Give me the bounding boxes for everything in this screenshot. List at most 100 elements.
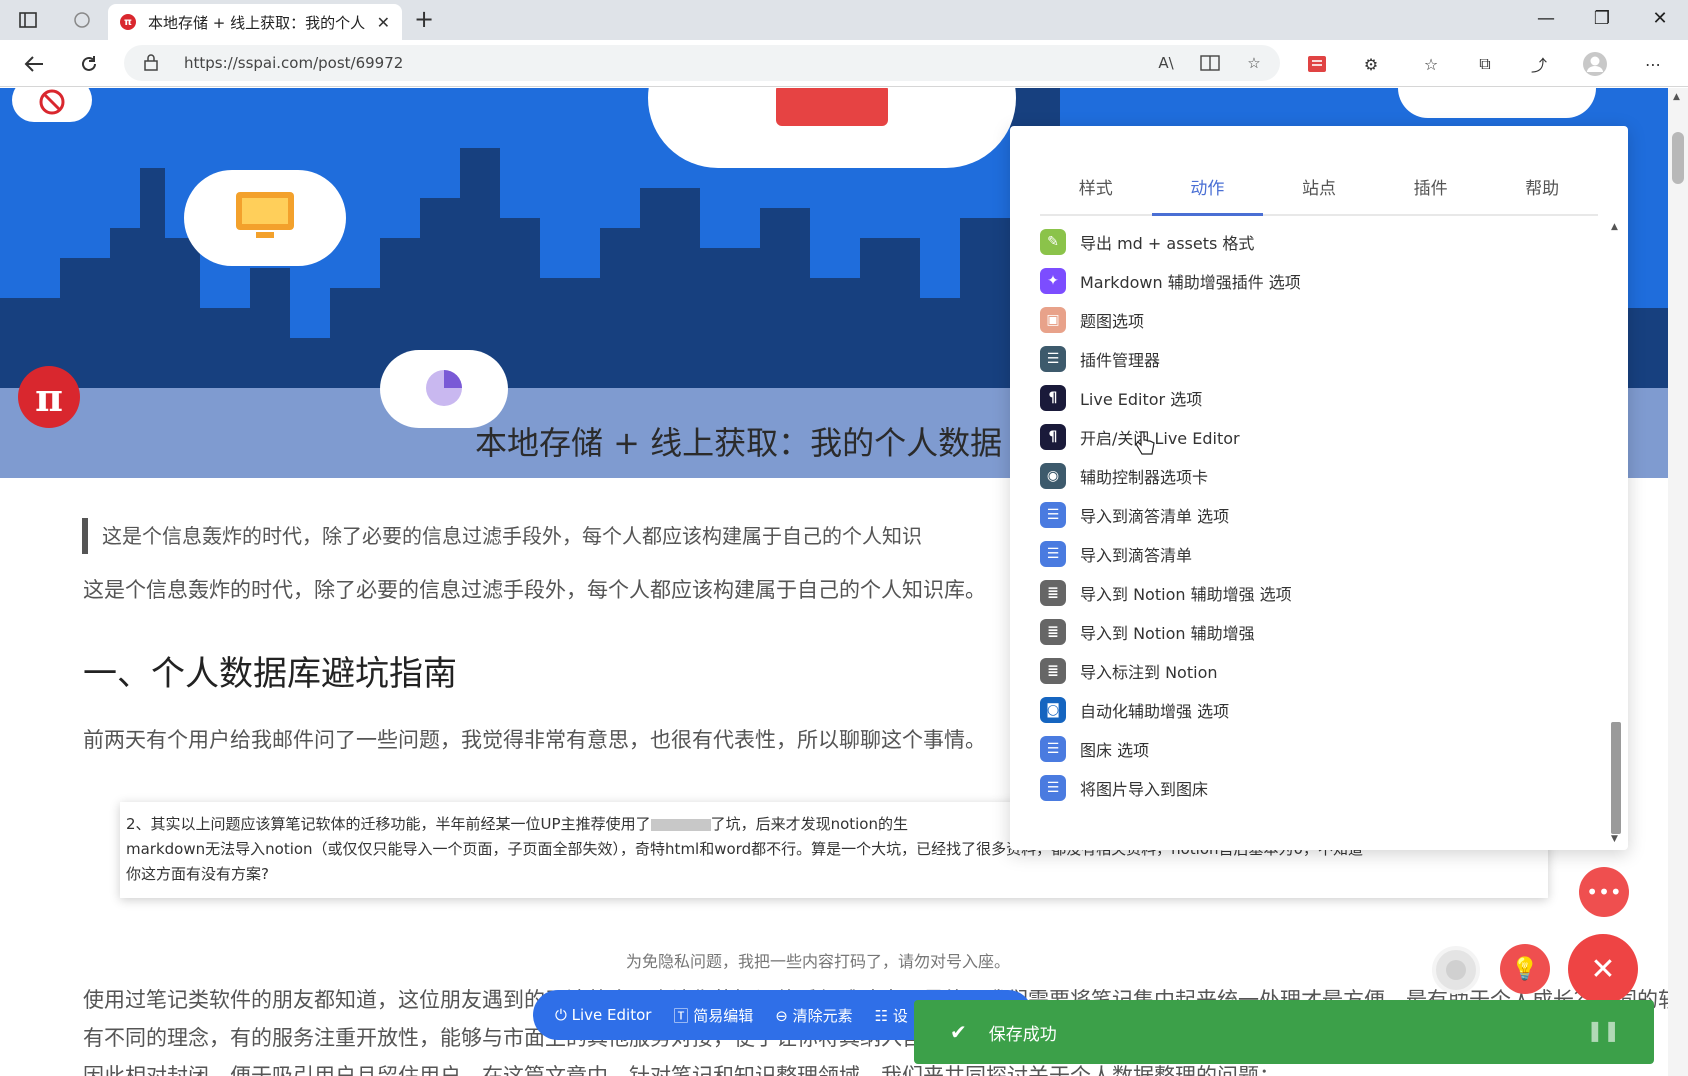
intro-paragraph: 这是个信息轰炸的时代，除了必要的信息过滤手段外，每个人都应该构建属于自己的个人知… xyxy=(83,578,986,602)
circle-icon xyxy=(1446,960,1466,980)
pause-icon[interactable]: ❚❚ xyxy=(1586,1018,1620,1042)
target-icon: ◉ xyxy=(1040,462,1066,489)
extension-red-icon[interactable] xyxy=(1304,52,1330,76)
refresh-icon[interactable] xyxy=(75,50,103,78)
menu-item[interactable]: ☰ 导入到滴答清单 xyxy=(1040,534,1596,573)
settings-button[interactable]: ☷ 设 xyxy=(875,1005,908,1026)
address-bar: https://sspai.com/post/69972 A\ ☆ ⚙ ☆ ⧉ … xyxy=(0,40,1688,87)
page-scrollbar[interactable]: ▲ xyxy=(1668,88,1688,1076)
restore-icon[interactable]: ❐ xyxy=(1582,8,1622,29)
tab-style[interactable]: 样式 xyxy=(1040,172,1152,214)
minimize-icon[interactable]: — xyxy=(1526,8,1566,29)
menu-item[interactable]: ✦ Markdown 辅助增强插件 选项 xyxy=(1040,261,1596,300)
extensions-puzzle-icon[interactable] xyxy=(68,8,96,32)
article-title: 本地存储 + 线上获取：我的个人数据 xyxy=(475,424,1003,462)
checklist-icon: ☰ xyxy=(1040,735,1066,762)
window-close-icon[interactable]: ✕ xyxy=(1640,8,1680,29)
menu-scrollbar[interactable]: ▲ ▼ xyxy=(1608,222,1622,848)
tab-actions[interactable]: 动作 xyxy=(1151,172,1264,216)
clear-elements-label: 清除元素 xyxy=(792,1006,853,1025)
ellipsis-icon: ••• xyxy=(1586,880,1622,904)
extensions-icon[interactable]: ⚙ xyxy=(1358,52,1384,76)
scroll-up-icon[interactable]: ▲ xyxy=(1673,92,1680,102)
menu-item[interactable]: ☰ 图床 选项 xyxy=(1040,729,1596,768)
more-actions-button[interactable]: ••• xyxy=(1579,867,1629,917)
add-favorite-icon[interactable]: ☆ xyxy=(1242,52,1266,74)
database-icon: ≣ xyxy=(1040,579,1066,606)
sspai-logo[interactable]: π xyxy=(18,366,80,428)
popup-tabs: 样式 动作 站点 插件 帮助 xyxy=(1040,172,1598,216)
menu-item[interactable]: ☰ 导入到滴答清单 选项 xyxy=(1040,495,1596,534)
reader-view-icon[interactable] xyxy=(1198,52,1222,74)
menu-item-label: 插件管理器 xyxy=(1080,350,1161,370)
tab-close-icon[interactable]: ✕ xyxy=(377,13,390,32)
menu-item[interactable]: ◙ 自动化辅助增强 选项 xyxy=(1040,690,1596,729)
tab-title: 本地存储 + 线上获取：我的个人 xyxy=(148,13,366,32)
list-icon: ☰ xyxy=(1040,345,1066,372)
menu-item[interactable]: ✎ 导出 md + assets 格式 xyxy=(1040,222,1596,261)
menu-item-label: 导入标注到 Notion xyxy=(1080,662,1218,682)
database-icon: ≣ xyxy=(1040,657,1066,684)
paperclip-icon: ✎ xyxy=(1040,228,1066,255)
url-field[interactable]: https://sspai.com/post/69972 A\ ☆ xyxy=(124,45,1280,81)
menu-item-label: 导入到滴答清单 xyxy=(1080,545,1193,565)
image-icon: ▣ xyxy=(1040,306,1066,333)
collections-icon[interactable]: ⧉ xyxy=(1472,52,1498,76)
menu-item[interactable]: ≣ 导入标注到 Notion xyxy=(1040,651,1596,690)
cloud-chart-illustration xyxy=(380,350,508,428)
record-button[interactable] xyxy=(1432,946,1480,994)
simple-edit-button[interactable]: 🅃 简易编辑 xyxy=(673,1005,753,1026)
back-icon[interactable] xyxy=(20,50,48,78)
paragraph-1: 前两天有个用户给我邮件问了一些问题，我觉得非常有意思，也很有代表性，所以聊聊这个… xyxy=(83,728,986,752)
menu-item-label: 辅助控制器选项卡 xyxy=(1080,467,1209,487)
menu-scrollbar-thumb[interactable] xyxy=(1611,722,1621,834)
menu-item[interactable]: ▣ 题图选项 xyxy=(1040,300,1596,339)
tab-bar: π 本地存储 + 线上获取：我的个人 ✕ + — ❐ ✕ xyxy=(0,0,1688,40)
pilcrow-icon: ¶ xyxy=(1040,384,1066,411)
menu-item[interactable]: ≣ 导入到 Notion 辅助增强 选项 xyxy=(1040,573,1596,612)
menu-item-label: 导出 md + assets 格式 xyxy=(1080,233,1255,253)
checklist-icon: ☰ xyxy=(1040,540,1066,567)
checklist-icon: ☰ xyxy=(1040,774,1066,801)
favorites-icon[interactable]: ☆ xyxy=(1418,52,1444,76)
menu-item[interactable]: ¶ 开启/关闭 Live Editor xyxy=(1040,417,1596,456)
text-box-icon: 🅃 xyxy=(673,1006,689,1025)
clear-elements-button[interactable]: ⊖ 清除元素 xyxy=(775,1005,852,1026)
close-reader-button[interactable]: ✕ xyxy=(1568,934,1638,1004)
menu-scroll-up-icon[interactable]: ▲ xyxy=(1611,222,1618,232)
menu-scroll-down-icon[interactable]: ▼ xyxy=(1611,834,1618,844)
page-scrollbar-thumb[interactable] xyxy=(1672,132,1684,184)
email-line1-a: 2、其实以上问题应该算笔记软体的迁移功能，半年前经某一位UP主推荐使用了 xyxy=(126,815,651,833)
menu-item-label: 将图片导入到图床 xyxy=(1080,779,1209,799)
menu-item[interactable]: ≣ 导入到 Notion 辅助增强 xyxy=(1040,612,1596,651)
minus-circle-icon: ⊖ xyxy=(775,1006,788,1025)
menu-item[interactable]: ☰ 插件管理器 xyxy=(1040,339,1596,378)
more-menu-icon[interactable]: ⋯ xyxy=(1640,52,1666,76)
save-success-toast: ✔ 保存成功 ❚❚ xyxy=(914,1000,1654,1064)
live-editor-button[interactable]: ⏻ Live Editor xyxy=(555,1006,651,1024)
lock-icon[interactable] xyxy=(144,53,158,75)
markdown-icon: ✦ xyxy=(1040,267,1066,294)
share-icon[interactable]: ⤴ xyxy=(1526,52,1552,76)
menu-item[interactable]: ¶ Live Editor 选项 xyxy=(1040,378,1596,417)
check-icon: ✔ xyxy=(950,1020,967,1044)
new-tab-icon[interactable]: + xyxy=(410,6,438,34)
tab-sites[interactable]: 站点 xyxy=(1263,172,1375,214)
checklist-icon: ☰ xyxy=(1040,501,1066,528)
cloud-center-illustration xyxy=(648,88,1016,168)
tab-plugins[interactable]: 插件 xyxy=(1375,172,1487,214)
menu-item-label: 导入到 Notion 辅助增强 选项 xyxy=(1080,584,1292,604)
profile-avatar-icon[interactable] xyxy=(1582,52,1608,76)
email-line3: 你这方面有没有方案? xyxy=(126,865,269,883)
tab-active[interactable]: π 本地存储 + 线上获取：我的个人 ✕ xyxy=(108,4,402,40)
summary-quote: 这是个信息轰炸的时代，除了必要的信息过滤手段外，每个人都应该构建属于自己的个人知… xyxy=(82,518,922,554)
menu-item-label: 导入到 Notion 辅助增强 xyxy=(1080,623,1255,643)
menu-item[interactable]: ◉ 辅助控制器选项卡 xyxy=(1040,456,1596,495)
database-icon: ≣ xyxy=(1040,618,1066,645)
tab-help[interactable]: 帮助 xyxy=(1486,172,1598,214)
simple-edit-label: 简易编辑 xyxy=(693,1006,754,1025)
highlight-button[interactable]: 💡 xyxy=(1500,944,1550,994)
sidebar-toggle-icon[interactable] xyxy=(14,8,42,32)
menu-item[interactable]: ☰ 将图片导入到图床 xyxy=(1040,768,1596,807)
read-aloud-icon[interactable]: A\ xyxy=(1154,52,1178,74)
